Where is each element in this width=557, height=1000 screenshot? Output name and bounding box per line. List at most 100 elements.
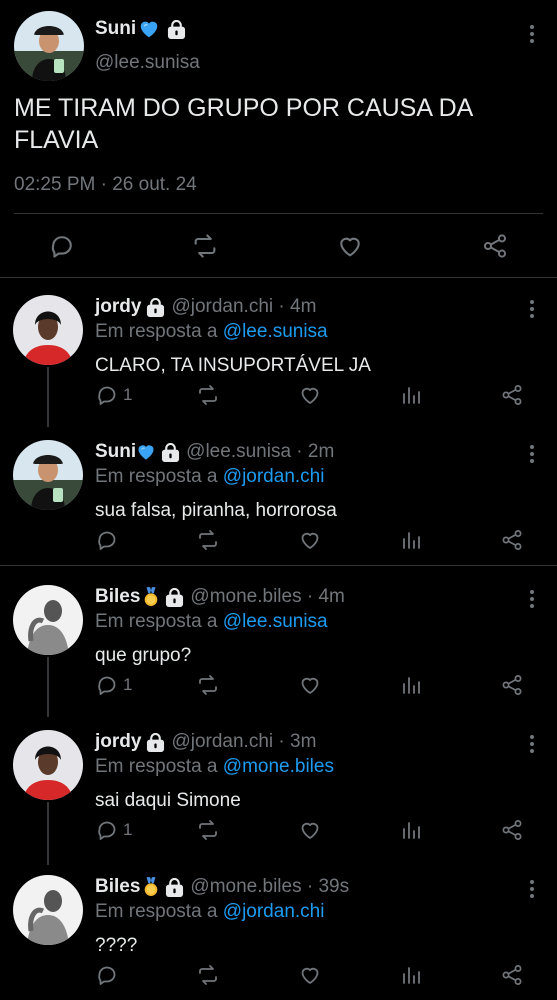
reply-tweet[interactable]: Biles @mone.biles · 4m Em resposta a @le… bbox=[0, 575, 557, 717]
retweet-icon[interactable] bbox=[196, 528, 220, 552]
retweet-icon[interactable] bbox=[196, 673, 220, 697]
author-handle[interactable]: @jordan.chi · 3m bbox=[171, 731, 316, 753]
share-icon[interactable] bbox=[481, 232, 509, 260]
avatar[interactable] bbox=[14, 11, 84, 81]
tweet-text: que grupo? bbox=[95, 645, 192, 666]
retweet-icon[interactable] bbox=[191, 232, 219, 260]
tweet-actions: 1 bbox=[0, 670, 557, 700]
lock-icon bbox=[165, 588, 184, 607]
like-icon[interactable] bbox=[336, 232, 364, 260]
stats-icon[interactable] bbox=[399, 673, 423, 697]
stats-icon[interactable] bbox=[399, 818, 423, 842]
reply-tweet[interactable]: Biles @mone.biles · 39s Em resposta a @j… bbox=[0, 865, 557, 1000]
author-name[interactable]: Biles bbox=[95, 586, 140, 608]
author-handle[interactable]: @jordan.chi · 4m bbox=[171, 296, 316, 318]
author-handle[interactable]: @mone.biles · 39s bbox=[190, 876, 349, 898]
reply-to-link[interactable]: @mone.biles bbox=[223, 756, 334, 777]
main-tweet: Suni @lee.sunisa ME TIRAM DO GRUPO POR C… bbox=[0, 0, 557, 278]
reply-icon bbox=[95, 383, 119, 407]
reply-button[interactable]: 1 bbox=[95, 673, 132, 697]
author-name-text: Suni bbox=[95, 18, 137, 39]
lock-icon bbox=[161, 443, 180, 462]
lock-icon bbox=[146, 733, 165, 752]
reply-context: Em resposta a @lee.sunisa bbox=[95, 611, 328, 633]
share-icon[interactable] bbox=[500, 963, 524, 987]
more-options-icon[interactable] bbox=[529, 589, 535, 609]
retweet-icon[interactable] bbox=[196, 963, 220, 987]
more-options-icon[interactable] bbox=[529, 24, 535, 44]
author-handle[interactable]: @mone.biles · 4m bbox=[190, 586, 344, 608]
reply-icon bbox=[95, 818, 119, 842]
tweet-text: sai daqui Simone bbox=[95, 790, 241, 811]
reply-tweet[interactable]: Suni @lee.sunisa · 2m Em resposta a @jor… bbox=[0, 430, 557, 565]
retweet-icon[interactable] bbox=[196, 818, 220, 842]
share-icon[interactable] bbox=[500, 383, 524, 407]
reply-button[interactable]: 1 bbox=[95, 383, 132, 407]
avatar[interactable] bbox=[13, 440, 83, 510]
more-options-icon[interactable] bbox=[529, 734, 535, 754]
reply-prefix: Em resposta a bbox=[95, 756, 218, 777]
reply-tweet[interactable]: jordy @jordan.chi · 3m Em resposta a @mo… bbox=[0, 720, 557, 865]
medal-icon bbox=[142, 586, 160, 608]
like-icon[interactable] bbox=[298, 673, 322, 697]
reply-prefix: Em resposta a bbox=[95, 901, 218, 922]
stats-icon[interactable] bbox=[399, 383, 423, 407]
reply-count: 1 bbox=[123, 385, 133, 404]
divider bbox=[14, 213, 543, 214]
author-name[interactable]: Suni bbox=[95, 18, 186, 40]
stats-icon[interactable] bbox=[399, 963, 423, 987]
lock-icon bbox=[167, 20, 186, 39]
reply-count: 1 bbox=[123, 820, 133, 839]
like-icon[interactable] bbox=[298, 963, 322, 987]
author-name[interactable]: Biles bbox=[95, 876, 140, 898]
reply-button[interactable]: 1 bbox=[95, 818, 132, 842]
author-handle[interactable]: @lee.sunisa bbox=[95, 52, 200, 74]
medal-icon bbox=[142, 876, 160, 898]
reply-tweet[interactable]: jordy @jordan.chi · 4m Em resposta a @le… bbox=[0, 285, 557, 427]
avatar[interactable] bbox=[13, 730, 83, 800]
reply-prefix: Em resposta a bbox=[95, 611, 218, 632]
share-icon[interactable] bbox=[500, 528, 524, 552]
like-icon[interactable] bbox=[298, 383, 322, 407]
tweet-actions: 1 bbox=[0, 380, 557, 410]
reply-context: Em resposta a @jordan.chi bbox=[95, 466, 324, 488]
avatar[interactable] bbox=[13, 295, 83, 365]
divider bbox=[0, 565, 557, 566]
tweet-actions bbox=[0, 960, 557, 990]
reply-to-link[interactable]: @lee.sunisa bbox=[223, 611, 328, 632]
tweet-timestamp[interactable]: 02:25 PM · 26 out. 24 bbox=[14, 174, 197, 196]
blue-heart-icon bbox=[136, 442, 156, 462]
reply-to-link[interactable]: @lee.sunisa bbox=[223, 321, 328, 342]
tweet-actions bbox=[0, 224, 557, 268]
blue-heart-icon bbox=[138, 18, 160, 40]
more-options-icon[interactable] bbox=[529, 879, 535, 899]
author-name[interactable]: jordy bbox=[95, 731, 141, 753]
like-icon[interactable] bbox=[298, 818, 322, 842]
retweet-icon[interactable] bbox=[196, 383, 220, 407]
reply-context: Em resposta a @mone.biles bbox=[95, 756, 334, 778]
more-options-icon[interactable] bbox=[529, 444, 535, 464]
avatar[interactable] bbox=[13, 875, 83, 945]
reply-context: Em resposta a @jordan.chi bbox=[95, 901, 324, 923]
tweet-actions bbox=[0, 525, 557, 555]
share-icon[interactable] bbox=[500, 673, 524, 697]
reply-to-link[interactable]: @jordan.chi bbox=[223, 901, 325, 922]
stats-icon[interactable] bbox=[399, 528, 423, 552]
reply-prefix: Em resposta a bbox=[95, 321, 218, 342]
reply-context: Em resposta a @lee.sunisa bbox=[95, 321, 328, 343]
reply-icon[interactable] bbox=[48, 232, 76, 260]
tweet-actions: 1 bbox=[0, 815, 557, 845]
tweet-text: ME TIRAM DO GRUPO POR CAUSA DA FLAVIA bbox=[14, 94, 472, 154]
reply-icon[interactable] bbox=[95, 528, 119, 552]
reply-count: 1 bbox=[123, 675, 133, 694]
author-handle[interactable]: @lee.sunisa · 2m bbox=[186, 441, 334, 463]
lock-icon bbox=[146, 298, 165, 317]
avatar[interactable] bbox=[13, 585, 83, 655]
author-name[interactable]: jordy bbox=[95, 296, 141, 318]
reply-to-link[interactable]: @jordan.chi bbox=[223, 466, 325, 487]
author-name[interactable]: Suni bbox=[95, 441, 136, 463]
more-options-icon[interactable] bbox=[529, 299, 535, 319]
reply-icon[interactable] bbox=[95, 963, 119, 987]
like-icon[interactable] bbox=[298, 528, 322, 552]
share-icon[interactable] bbox=[500, 818, 524, 842]
